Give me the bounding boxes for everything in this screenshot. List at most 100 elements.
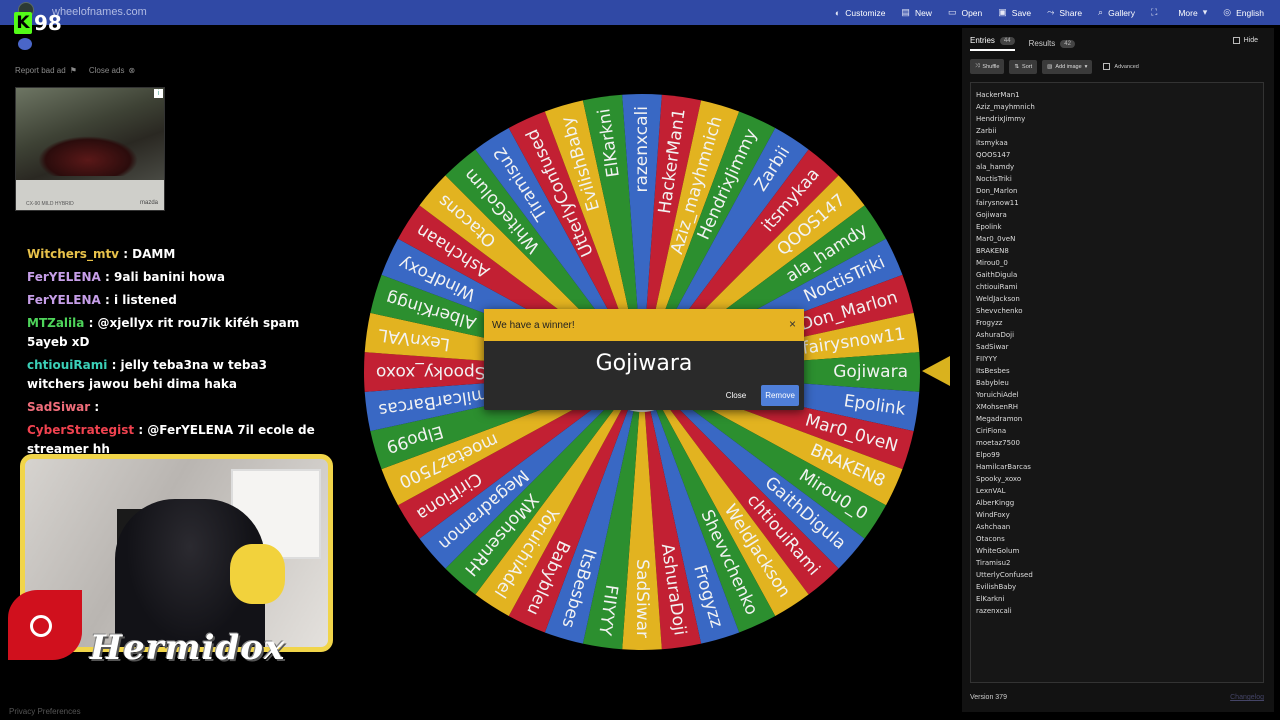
viewer-badge: K 98	[14, 11, 62, 35]
entry-line: Babybleu	[976, 379, 1009, 387]
entry-line: YoruichiAdel	[976, 391, 1019, 399]
entry-line: ItsBesbes	[976, 367, 1010, 375]
entry-line: Aziz_mayhmnich	[976, 103, 1035, 111]
shuffle-icon: ⤨	[975, 63, 980, 69]
nav-label: Share	[1059, 7, 1083, 18]
changelog-link[interactable]: Changelog	[1230, 694, 1264, 701]
report-ad-link[interactable]: Report bad ad ⚑	[15, 66, 77, 75]
nav-customize[interactable]: ◐ Customize	[827, 8, 894, 18]
chat-message: Witchers_mtv : DAMM	[27, 245, 327, 264]
chat-username[interactable]: CyberStrategist	[27, 423, 134, 437]
entry-line: chtiouiRami	[976, 283, 1018, 291]
wheel-slice-label: razenxcali	[632, 106, 652, 193]
tab-results[interactable]: Results 42	[1029, 36, 1075, 51]
ad-controls: Report bad ad ⚑ Close ads ⊗	[15, 66, 135, 75]
nav-english[interactable]: ◎ English	[1215, 7, 1272, 18]
save-icon: ▣	[998, 7, 1007, 17]
chat-text: : i listened	[105, 293, 177, 307]
hide-checkbox[interactable]	[1232, 37, 1240, 44]
flag-icon: ⚑	[69, 66, 77, 75]
entry-line: Spooky_xoxo	[976, 475, 1022, 483]
chevron-down-icon: ▾	[1084, 63, 1088, 70]
file-icon: ▤	[901, 7, 910, 17]
ad-caption: CX-90 MILD HYBRID	[26, 201, 74, 207]
winner-dialog-header: We have a winner! ×	[484, 309, 804, 341]
entry-line: Epolink	[976, 223, 1002, 231]
chat-message: FerYELENA : 9ali banini howa	[27, 268, 327, 287]
entry-line: Megadramon	[976, 415, 1023, 423]
fullscreen-icon: ⛶	[1151, 7, 1158, 17]
tab-entries[interactable]: Entries 44	[970, 36, 1015, 51]
chat-text: : DAMM	[123, 247, 176, 261]
entry-line: NoctisTriki	[976, 175, 1012, 183]
entry-line: Shevvchenko	[976, 307, 1023, 315]
nav-fullscreen[interactable]: ⛶	[1143, 7, 1170, 18]
remove-button[interactable]: Remove	[761, 385, 799, 406]
chat-username[interactable]: FerYELENA	[27, 270, 101, 284]
entry-line: QOOS147	[976, 151, 1011, 159]
shuffle-button[interactable]: ⤨ Shuffle	[970, 59, 1005, 74]
nav-save[interactable]: ▣ Save	[990, 7, 1039, 18]
entry-line: Don_Marlon	[976, 187, 1018, 195]
entry-line: HendrixJimmy	[976, 115, 1026, 123]
entry-line: Mar0_0veN	[976, 235, 1016, 243]
chat-username[interactable]: Witchers_mtv	[27, 247, 119, 261]
winner-dialog: We have a winner! × Gojiwara Close Remov…	[484, 309, 804, 410]
winner-name: Gojiwara	[595, 351, 693, 376]
overlay-icon	[18, 38, 32, 50]
nav-gallery[interactable]: ⌕ Gallery	[1090, 7, 1143, 18]
winner-dialog-title: We have a winner!	[492, 320, 575, 331]
entry-line: Tiramisu2	[976, 559, 1011, 567]
chat-username[interactable]: chtiouiRami	[27, 358, 107, 372]
close-icon[interactable]: ×	[789, 317, 796, 331]
nav-open[interactable]: ▭ Open	[940, 7, 990, 18]
entry-line: Otacons	[976, 535, 1005, 543]
entry-line: HackerMan1	[976, 91, 1020, 99]
nav-label: Gallery	[1108, 7, 1136, 18]
entry-line: FIIYYY	[976, 355, 997, 363]
privacy-link[interactable]: Privacy Preferences	[9, 707, 81, 716]
webcam-plush	[230, 544, 285, 604]
top-bar: wheelofnames.com ◐ Customize ▤ New ▭ Open ▣ Sav…	[0, 0, 1280, 25]
entry-line: CiriFiona	[976, 427, 1007, 435]
entry-line: razenxcali	[976, 607, 1012, 615]
chat-message: FerYELENA : i listened	[27, 291, 327, 310]
entry-line: UtterlyConfused	[976, 571, 1033, 579]
entries-count-badge: 44	[999, 36, 1015, 45]
globe-icon: ◎	[1223, 7, 1232, 17]
entry-line: Zarbii	[976, 127, 997, 135]
site-logo[interactable]: wheelofnames.com	[52, 6, 147, 18]
image-icon: ▧	[1047, 63, 1053, 70]
sort-button[interactable]: ⇅ Sort	[1009, 59, 1038, 74]
nav-share[interactable]: ⤳ Share	[1039, 7, 1090, 18]
chat-username[interactable]: FerYELENA	[27, 293, 101, 307]
hide-toggle[interactable]: Hide	[1232, 37, 1258, 44]
entry-line: Frogyzz	[976, 319, 1003, 327]
entry-line: AlberKingg	[976, 499, 1015, 507]
chevron-down-icon: ▾	[1202, 7, 1208, 17]
close-button[interactable]: Close	[721, 387, 751, 404]
advanced-checkbox[interactable]	[1103, 63, 1111, 70]
add-image-button[interactable]: ▧ Add image ▾	[1042, 59, 1093, 74]
entry-line: ala_hamdy	[976, 163, 1015, 171]
nav-label: Customize	[845, 7, 886, 18]
entry-line: BRAKEN8	[976, 247, 1009, 255]
nav-new[interactable]: ▤ New	[893, 7, 940, 18]
chat-text: :	[94, 400, 100, 414]
entries-textarea[interactable]: HackerMan1 Aziz_mayhmnich HendrixJimmy Zarb…	[970, 82, 1264, 683]
wheel-slice-label: SadSiwar	[632, 559, 652, 638]
chat-username[interactable]: SadSiwar	[27, 400, 90, 414]
chat-username[interactable]: MTZalila	[27, 316, 84, 330]
kick-logo-icon: K	[14, 12, 32, 34]
ad-info-icon[interactable]: i	[154, 89, 163, 98]
folder-icon: ▭	[947, 7, 957, 17]
close-ads-link[interactable]: Close ads ⊗	[89, 66, 135, 75]
tunisia-flag-icon	[8, 590, 82, 660]
ad-banner[interactable]: CX-90 MILD HYBRID mazda i	[15, 87, 165, 211]
advanced-toggle[interactable]: Advanced	[1103, 63, 1139, 70]
search-icon: ⌕	[1098, 7, 1104, 17]
entries-toolbar: ⤨ Shuffle ⇅ Sort ▧ Add image ▾ Advanced	[970, 59, 1139, 74]
entry-line: Elpo99	[976, 451, 1001, 459]
top-nav: ◐ Customize ▤ New ▭ Open ▣ Save ⤳ Share ⌕ Gallery ⛶ M…	[827, 0, 1272, 25]
nav-more[interactable]: More ▾	[1170, 7, 1215, 18]
